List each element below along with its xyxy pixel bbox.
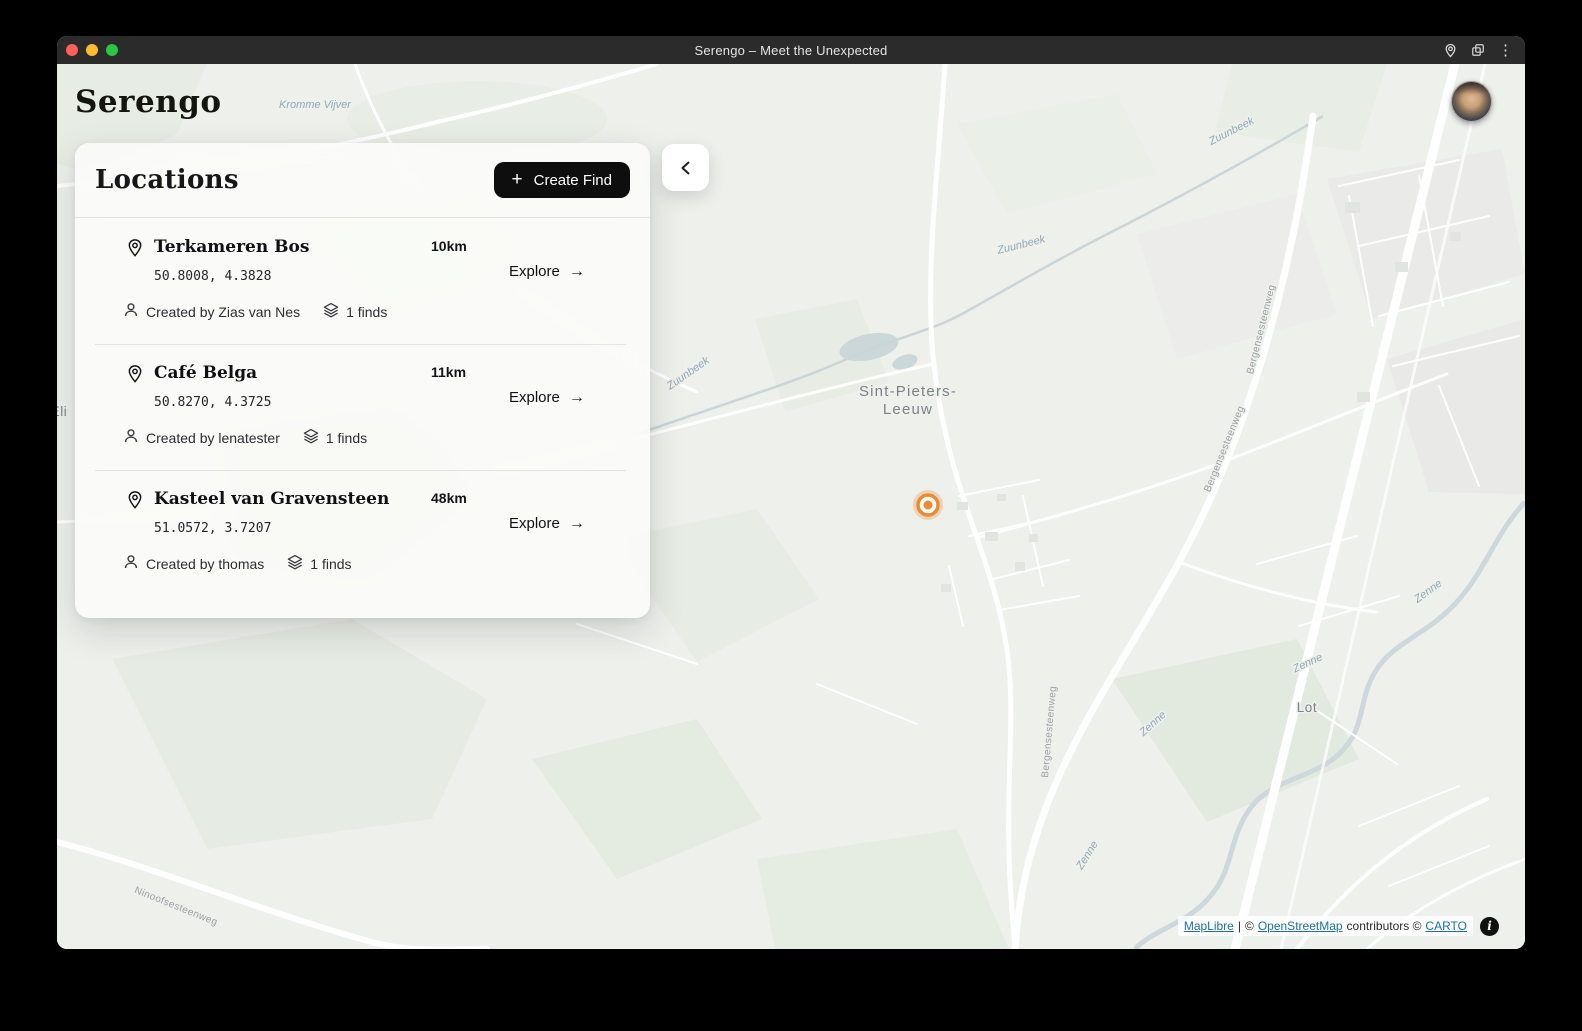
create-find-label: Create Find xyxy=(534,172,612,189)
location-created-by: Created by Zias van Nes xyxy=(146,303,300,321)
carto-link[interactable]: CARTO xyxy=(1425,919,1467,933)
window-zoom-button[interactable] xyxy=(106,44,118,56)
map-pin-icon xyxy=(125,238,154,263)
locations-panel: Locations + Create Find Terkameren Bos 5… xyxy=(75,143,650,618)
panel-header: Locations + Create Find xyxy=(75,143,650,218)
explore-link[interactable]: Explore → xyxy=(509,515,585,532)
attribution-text: MapLibre | © OpenStreetMap contributors … xyxy=(1178,916,1473,936)
info-icon[interactable]: i xyxy=(1480,917,1499,936)
extensions-icon[interactable] xyxy=(1471,43,1485,57)
map-location-marker[interactable] xyxy=(913,490,943,520)
location-distance: 11km xyxy=(431,364,466,380)
location-name: Café Belga xyxy=(154,362,626,384)
window-close-button[interactable] xyxy=(66,44,78,56)
traffic-lights xyxy=(66,44,118,56)
kebab-menu-icon[interactable]: ⋮ xyxy=(1498,43,1513,58)
person-icon xyxy=(123,554,139,574)
explore-label: Explore xyxy=(509,515,560,532)
location-list-item: Kasteel van Gravensteen 51.0572, 3.7207 … xyxy=(75,470,650,618)
create-find-button[interactable]: + Create Find xyxy=(494,162,630,198)
location-pin-icon[interactable] xyxy=(1443,43,1458,58)
arrow-right-icon: → xyxy=(569,390,585,406)
location-finds-count: 1 finds xyxy=(326,429,367,447)
maplibre-link[interactable]: MapLibre xyxy=(1184,919,1234,933)
app-content: Kromme Vijver Zuunbeek Zuunbeek Zuunbeek… xyxy=(57,64,1525,949)
location-list-item: Terkameren Bos 50.8008, 4.3828 Created b… xyxy=(75,218,650,344)
location-meta: Created by Zias van Nes 1 finds xyxy=(123,302,626,322)
map-pin-icon xyxy=(125,364,154,389)
layers-icon xyxy=(287,554,303,574)
osm-link[interactable]: OpenStreetMap xyxy=(1258,919,1343,933)
attribution-divider: | xyxy=(1238,919,1241,933)
location-distance: 48km xyxy=(431,490,467,506)
location-finds-count: 1 finds xyxy=(310,555,351,573)
map-label-lot: Lot xyxy=(1297,700,1318,715)
explore-label: Explore xyxy=(509,263,560,280)
window-minimize-button[interactable] xyxy=(86,44,98,56)
chevron-left-icon xyxy=(677,159,695,177)
app-window: Serengo – Meet the Unexpected ⋮ xyxy=(57,36,1525,949)
map-label-town: Leeuw xyxy=(883,401,933,418)
map-label-eli: Eli xyxy=(57,404,67,419)
location-name: Kasteel van Gravensteen xyxy=(154,488,626,510)
plus-icon: + xyxy=(512,170,523,189)
arrow-right-icon: → xyxy=(569,264,585,280)
location-meta: Created by lenatester 1 finds xyxy=(123,428,626,448)
map-label-kromme-vijver: Kromme Vijver xyxy=(279,99,352,111)
map-pin-icon xyxy=(125,490,154,515)
app-logo: Serengo xyxy=(75,84,222,120)
explore-link[interactable]: Explore → xyxy=(509,263,585,280)
location-created-by: Created by thomas xyxy=(146,555,264,573)
panel-title: Locations xyxy=(95,165,239,195)
attribution-contributors: contributors © xyxy=(1347,919,1422,933)
location-distance: 10km xyxy=(431,238,467,254)
window-titlebar: Serengo – Meet the Unexpected ⋮ xyxy=(57,36,1525,64)
user-avatar[interactable] xyxy=(1451,81,1492,122)
attribution-copyright: © xyxy=(1245,919,1254,933)
person-icon xyxy=(123,302,139,322)
layers-icon xyxy=(323,302,339,322)
panel-collapse-button[interactable] xyxy=(662,144,709,191)
arrow-right-icon: → xyxy=(569,516,585,532)
location-meta: Created by thomas 1 finds xyxy=(123,554,626,574)
map-attribution: MapLibre | © OpenStreetMap contributors … xyxy=(1178,916,1499,936)
person-icon xyxy=(123,428,139,448)
layers-icon xyxy=(303,428,319,448)
explore-link[interactable]: Explore → xyxy=(509,389,585,406)
titlebar-actions: ⋮ xyxy=(1443,36,1513,64)
location-list-item: Café Belga 50.8270, 4.3725 Created by le… xyxy=(75,344,650,470)
window-title: Serengo – Meet the Unexpected xyxy=(57,43,1525,58)
location-created-by: Created by lenatester xyxy=(146,429,280,447)
map-label-town: Sint-Pieters- xyxy=(859,383,957,400)
location-finds-count: 1 finds xyxy=(346,303,387,321)
explore-label: Explore xyxy=(509,389,560,406)
location-name: Terkameren Bos xyxy=(154,236,626,258)
